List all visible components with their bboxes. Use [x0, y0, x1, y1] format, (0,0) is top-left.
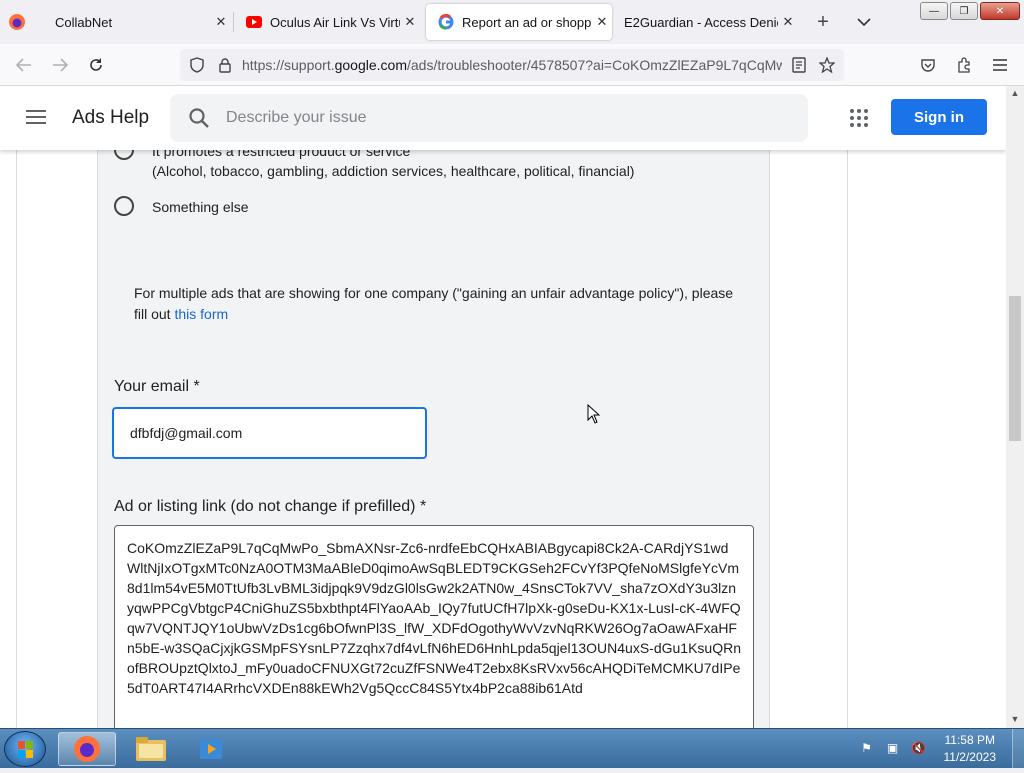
show-desktop-button[interactable]	[1012, 729, 1024, 769]
main-column: It promotes a restricted product or serv…	[16, 86, 848, 728]
shield-icon[interactable]	[186, 54, 208, 76]
bookmark-star-icon[interactable]	[816, 54, 838, 76]
system-tray: ⚑ ▣ 🔇 11:58 PM 11/2/2023	[858, 729, 1024, 769]
close-window-button[interactable]: ✕	[980, 2, 1020, 20]
minimize-button[interactable]: —	[920, 2, 948, 20]
volume-muted-icon[interactable]: 🔇	[910, 741, 928, 757]
report-form: It promotes a restricted product or serv…	[97, 86, 770, 728]
tab-oculus[interactable]: Oculus Air Link Vs Virtual ✕	[234, 4, 420, 40]
ad-link-textarea[interactable]: CoKOmzZlEZaP9L7qCqMwPo_SbmAXNsr-Zc6-nrdf…	[114, 525, 754, 728]
this-form-link[interactable]: this form	[174, 306, 228, 322]
reader-view-icon[interactable]	[788, 54, 810, 76]
link-label: Ad or listing link (do not change if pre…	[114, 498, 426, 516]
clock[interactable]: 11:58 PM 11/2/2023	[944, 732, 997, 766]
scroll-up-icon[interactable]: ▲	[1009, 88, 1021, 100]
youtube-icon	[246, 14, 262, 30]
extensions-icon[interactable]	[953, 54, 975, 76]
taskbar-media-player[interactable]	[182, 732, 240, 766]
sign-in-button[interactable]: Sign in	[891, 99, 987, 135]
pocket-icon[interactable]	[917, 54, 939, 76]
folder-icon	[135, 736, 167, 762]
search-icon[interactable]	[188, 107, 210, 134]
taskbar-explorer[interactable]	[122, 732, 180, 766]
option-something-else[interactable]: Something else	[114, 196, 249, 217]
menu-icon[interactable]	[989, 54, 1011, 76]
url-text[interactable]: https://support.google.com/ads/troublesh…	[242, 57, 782, 73]
firefox-icon	[72, 734, 102, 764]
windows-taskbar: ⚑ ▣ 🔇 11:58 PM 11/2/2023	[0, 728, 1024, 768]
reload-icon[interactable]	[85, 54, 107, 76]
page-scrollbar[interactable]: ▲ ▼	[1006, 86, 1024, 728]
clock-date: 11/2/2023	[944, 749, 997, 766]
tab-title: Report an ad or shopping	[462, 15, 592, 30]
page-viewport: It promotes a restricted product or serv…	[0, 86, 1006, 728]
new-tab-icon[interactable]: +	[812, 11, 834, 33]
firefox-menu-icon[interactable]	[6, 11, 28, 33]
network-icon[interactable]: ▣	[884, 741, 902, 757]
search-input[interactable]	[226, 106, 786, 130]
search-box[interactable]	[170, 94, 808, 142]
tab-title: CollabNet	[55, 15, 211, 30]
close-icon[interactable]: ✕	[400, 14, 420, 30]
option-label: Something else	[152, 197, 249, 217]
close-icon[interactable]: ✕	[592, 14, 612, 30]
tab-collabnet[interactable]: CollabNet ✕	[43, 4, 231, 40]
radio-button[interactable]	[114, 196, 134, 216]
google-icon	[438, 14, 454, 30]
close-icon[interactable]: ✕	[778, 14, 798, 30]
tab-e2guardian[interactable]: E2Guardian - Access Denied ✕	[612, 4, 798, 40]
help-center-header: Ads Help Sign in	[0, 86, 1006, 150]
navigation-bar: https://support.google.com/ads/troublesh…	[0, 44, 1024, 86]
hamburger-menu-icon[interactable]	[26, 110, 46, 124]
list-tabs-icon[interactable]	[853, 11, 875, 33]
scroll-thumb[interactable]	[1009, 296, 1021, 441]
start-button[interactable]	[4, 731, 46, 767]
tab-report-ad[interactable]: Report an ad or shopping ✕	[426, 4, 612, 40]
restore-button[interactable]: ❐	[950, 2, 978, 20]
forward-icon[interactable]	[49, 54, 71, 76]
flag-icon[interactable]: ⚑	[858, 741, 876, 757]
page-title[interactable]: Ads Help	[72, 107, 149, 129]
media-player-icon	[198, 736, 224, 762]
clock-time: 11:58 PM	[944, 732, 997, 749]
mouse-cursor-icon	[587, 404, 600, 429]
google-apps-icon[interactable]	[850, 109, 868, 127]
tab-bar: CollabNet ✕ Oculus Air Link Vs Virtual ✕…	[0, 0, 1024, 44]
scroll-down-icon[interactable]: ▼	[1009, 714, 1021, 726]
window-controls: — ❐ ✕	[920, 2, 1020, 20]
back-icon[interactable]	[13, 54, 35, 76]
tab-title: Oculus Air Link Vs Virtual	[270, 15, 400, 30]
lock-icon[interactable]	[214, 54, 236, 76]
email-label: Your email *	[114, 378, 200, 396]
taskbar-firefox[interactable]	[58, 732, 116, 766]
multiple-ads-note: For multiple ads that are showing for on…	[134, 283, 734, 325]
tab-title: E2Guardian - Access Denied	[624, 15, 778, 30]
email-field[interactable]: dfbfdj@gmail.com	[112, 407, 427, 459]
option-detail: (Alcohol, tobacco, gambling, addiction s…	[152, 161, 634, 181]
address-bar[interactable]: https://support.google.com/ads/troublesh…	[180, 49, 844, 81]
close-icon[interactable]: ✕	[211, 14, 231, 30]
